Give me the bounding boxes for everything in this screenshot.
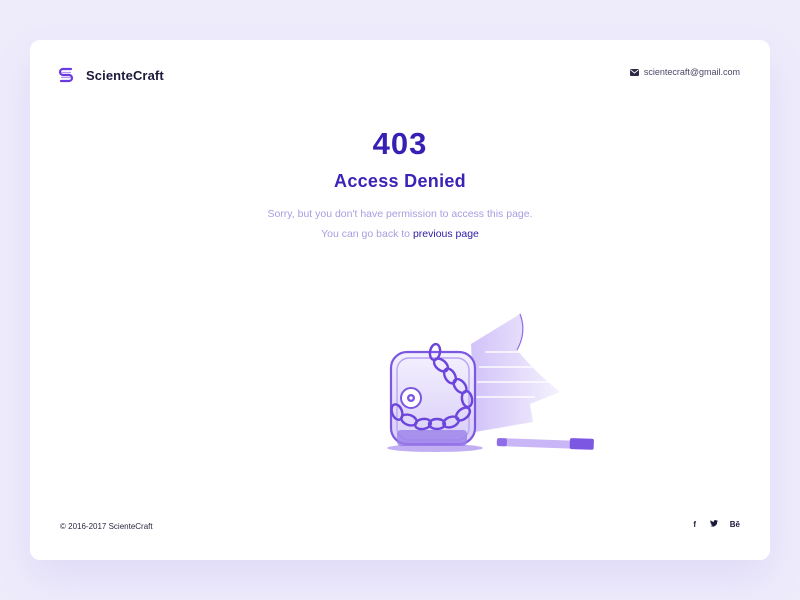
locked-illustration (387, 313, 594, 452)
error-message: Sorry, but you don't have permission to … (267, 208, 533, 220)
paper-stack (471, 313, 560, 432)
brand-name: ScienteCraft (86, 67, 164, 83)
twitter-glyph (709, 520, 718, 527)
twitter-icon[interactable] (709, 520, 718, 529)
contact-email[interactable]: scientecraft@gmail.com (629, 67, 740, 77)
behance-icon[interactable]: Bē (730, 520, 740, 529)
mail-icon (629, 68, 639, 76)
pen-right (496, 438, 594, 450)
facebook-icon[interactable]: f (692, 520, 698, 529)
error-code: 403 (372, 126, 428, 161)
contact-email-text: scientecraft@gmail.com (643, 67, 740, 77)
error-title: Access Denied (334, 171, 466, 191)
error-card: ScienteCraft scientecraft@gmail.com 403 … (30, 40, 770, 560)
copyright: © 2016-2017 ScienteCraft (60, 522, 153, 531)
back-message-prefix: You can go back to (321, 228, 413, 240)
brand[interactable]: ScienteCraft (58, 66, 164, 84)
social-links: f Bē (692, 520, 740, 529)
back-message: You can go back to previous page (30, 228, 770, 240)
previous-page-link[interactable]: previous page (413, 228, 479, 240)
s-monogram-icon (58, 67, 74, 83)
